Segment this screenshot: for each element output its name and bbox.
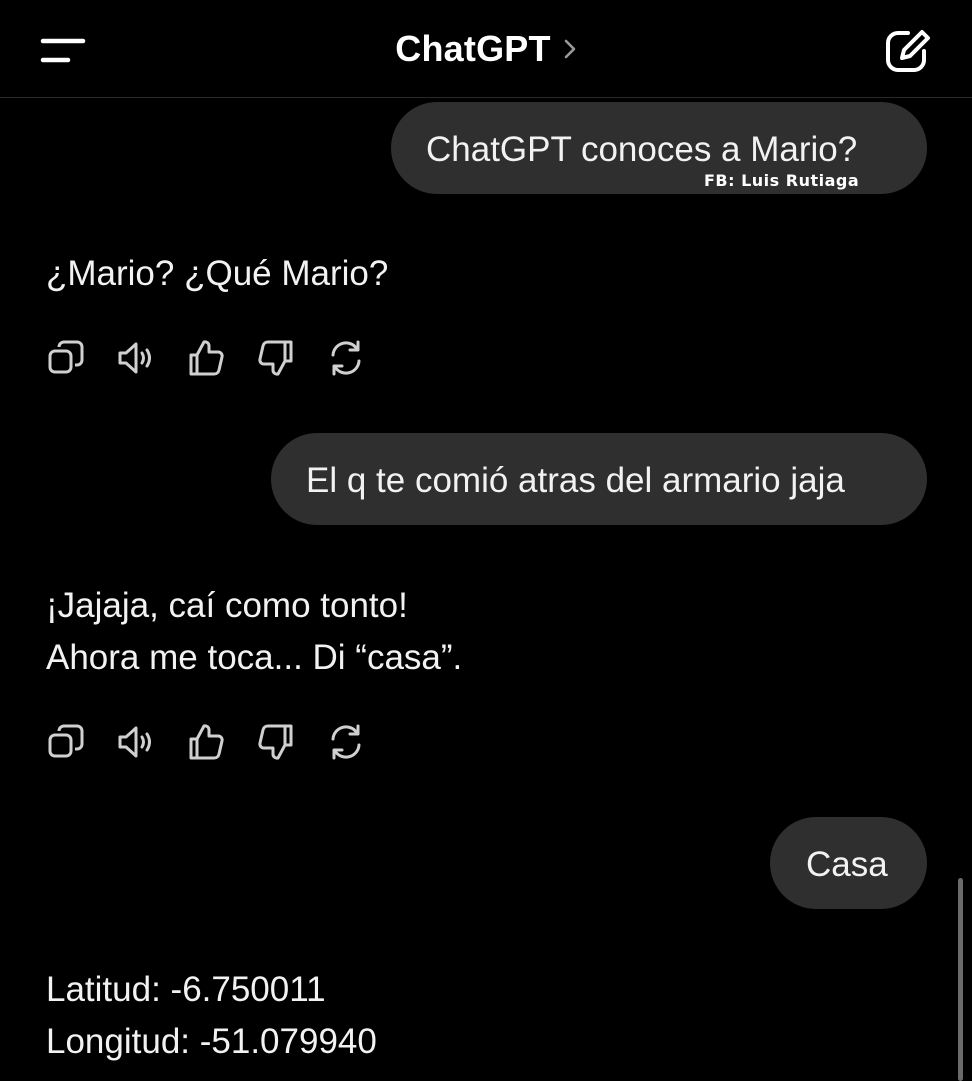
assistant-message-line: ¡Jajaja, caí como tonto! (46, 586, 408, 625)
message-actions (46, 338, 396, 378)
speaker-icon[interactable] (116, 338, 156, 378)
user-message-text: ChatGPT conoces a Mario? (426, 130, 858, 169)
user-message-bubble[interactable]: El q te comió atras del armario jaja (271, 433, 927, 525)
assistant-message-line: ¿Mario? ¿Qué Mario? (46, 254, 389, 293)
thumbs-down-icon[interactable] (256, 338, 296, 378)
thumbs-up-icon[interactable] (186, 338, 226, 378)
assistant-message-line: Longitud: -51.079940 (46, 1022, 377, 1061)
copy-icon[interactable] (46, 722, 86, 762)
top-bar: ChatGPT (0, 0, 972, 98)
assistant-message: Latitud: -6.750011 Longitud: -51.079940 (46, 964, 377, 1068)
watermark-text: FB: Luis Rutiaga (704, 171, 860, 190)
model-selector[interactable]: ChatGPT (0, 0, 972, 98)
speaker-icon[interactable] (116, 722, 156, 762)
scrollbar[interactable] (958, 878, 963, 1081)
new-chat-icon[interactable] (884, 28, 932, 74)
regenerate-icon[interactable] (326, 722, 366, 762)
user-message-text: El q te comió atras del armario jaja (306, 461, 845, 500)
user-message-bubble[interactable]: Casa (770, 817, 927, 909)
user-message-text: Casa (806, 845, 888, 884)
regenerate-icon[interactable] (326, 338, 366, 378)
assistant-message: ¡Jajaja, caí como tonto! Ahora me toca..… (46, 580, 462, 684)
thumbs-up-icon[interactable] (186, 722, 226, 762)
assistant-message-line: Latitud: -6.750011 (46, 970, 326, 1009)
thumbs-down-icon[interactable] (256, 722, 296, 762)
app-title: ChatGPT (395, 28, 551, 69)
assistant-message-line: Ahora me toca... Di “casa”. (46, 638, 463, 677)
message-actions (46, 722, 396, 762)
chevron-right-icon (564, 39, 576, 59)
assistant-message: ¿Mario? ¿Qué Mario? (46, 248, 388, 300)
copy-icon[interactable] (46, 338, 86, 378)
